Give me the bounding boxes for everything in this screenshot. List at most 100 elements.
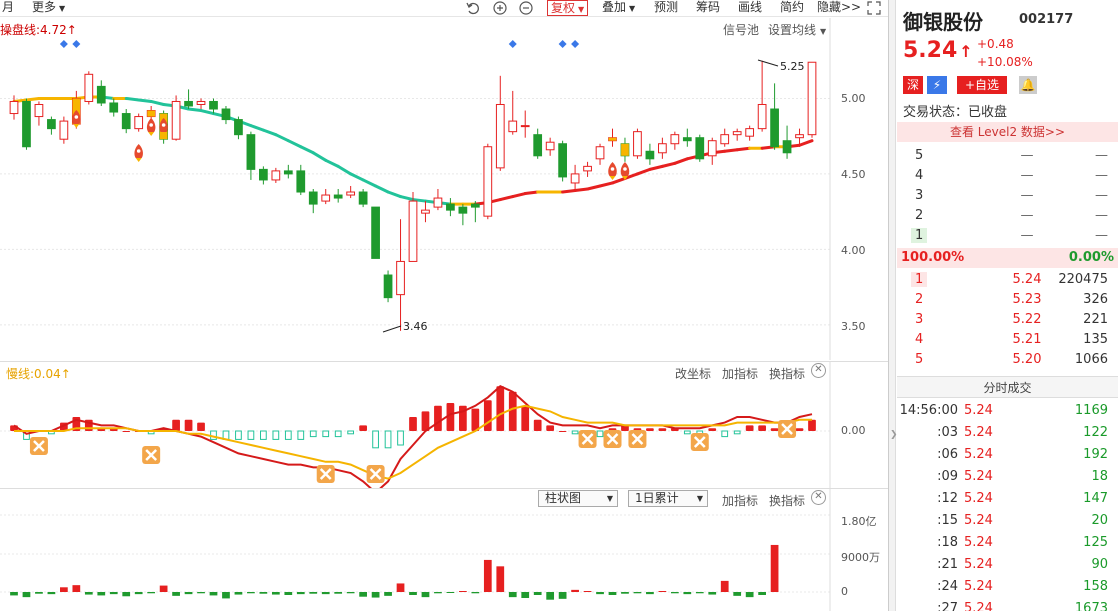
tick-row: :12 5.24 147 [897,488,1118,510]
volume-panel[interactable]: 柱状图 ▼ 1日累计 ▼ 加指标 换指标 ✕ 1.80亿 9000万 0 [0,488,888,611]
ratio-left: 100.00% [901,250,965,265]
ask-level: 3 [915,188,924,203]
candlestick-chart[interactable]: 操盘线:4.72↑ 信号池 设置均线 ▼ 5.25 3.46 5.00 4.50 … [0,18,888,360]
candle-body [533,134,543,157]
tick-row: :06 5.24 192 [897,444,1118,466]
volume-bar [284,592,293,595]
cross-signal-icon [603,430,622,448]
more-button[interactable]: 更多 ▼ [32,0,65,16]
macd-bar [297,430,305,440]
macd-bar [347,430,355,435]
bid-price: 5.22 [1012,312,1042,327]
candle [308,189,318,214]
volume-bar [309,592,318,594]
candle [234,116,243,140]
close-icon[interactable]: ✕ [811,490,826,505]
candle [296,164,306,196]
bell-icon[interactable]: 🔔 [1019,76,1037,94]
candle-body [682,137,692,142]
macd-bar [483,400,492,431]
ask-row: 3 — — [897,186,1118,206]
candle [745,125,755,141]
ask-row: 4 — — [897,166,1118,186]
lightning-icon[interactable]: ⚡ [927,76,947,94]
rocket-icon [146,118,156,136]
caopan-line-segment [386,190,403,199]
candle [408,192,418,262]
tick-price: 5.24 [964,403,993,418]
chevron-down-icon: ▼ [820,27,827,36]
fuquan-label: 复权 [551,1,576,15]
macd-panel[interactable]: 慢线:0.04↑ 改坐标 加指标 换指标 ✕ 0.00 [0,361,888,494]
period-month-button[interactable]: 月 [2,0,14,16]
candle [59,116,69,144]
candle-body [757,103,767,130]
candle [508,90,518,135]
sidebar-splitter[interactable] [888,0,896,611]
add-watchlist-button[interactable]: +自选 [957,76,1007,94]
bid-volume: 1066 [1074,352,1108,367]
fuquan-dropdown[interactable]: 复权 ▼ [547,0,589,16]
tick-volume: 158 [1083,579,1108,594]
caopan-line-segment [24,96,41,102]
tick-time: :12 [937,491,958,506]
cross-signal-icon [578,430,597,448]
y-tick-label: 3.50 [841,320,866,333]
jianyue-button[interactable]: 简约 [780,0,804,16]
ask-price: — [1020,168,1034,183]
candle [807,61,817,138]
candle-body [745,128,755,137]
hide-sidebar-button[interactable]: 隐藏>> [817,0,861,16]
candle-body [321,194,331,202]
switch-indicator-button[interactable]: 换指标 [769,365,805,382]
candle-body [184,100,193,107]
candle-body [583,165,592,172]
volume-bar [658,591,667,592]
candle-body [109,102,119,113]
chouma-button[interactable]: 筹码 [696,0,720,16]
huaxian-button[interactable]: 画线 [738,0,762,16]
zoom-out-icon[interactable] [518,0,534,16]
macd-label: 慢线:0.04↑ [6,367,71,381]
caopan-line-segment [187,107,203,113]
candle-body [196,100,206,105]
chart-type-dropdown[interactable]: 柱状图 ▼ [538,490,618,507]
add-indicator-button[interactable]: 加指标 [722,365,758,382]
candle [221,106,231,125]
volume-bar [471,592,480,594]
level2-link[interactable]: 查看 Level2 数据>> [897,122,1118,142]
candle-body [96,85,106,104]
switch-indicator-button[interactable]: 换指标 [769,492,805,509]
candle-body [333,194,343,199]
ask-row: 1 — — [897,226,1118,246]
macd-bar [795,428,804,431]
diejia-dropdown[interactable]: 叠加 ▼ [602,0,635,16]
fullscreen-icon[interactable] [866,0,882,16]
yuce-button[interactable]: 预测 [654,0,678,16]
indicator-label: 操盘线:4.72↑ [0,23,77,37]
volume-bar [483,559,492,592]
tick-volume: 125 [1083,535,1108,550]
change-coord-button[interactable]: 改坐标 [675,365,711,382]
volume-bar [22,592,31,598]
candle [109,98,119,117]
set-ma-button[interactable]: 设置均线 ▼ [768,21,826,38]
candle [34,101,44,126]
signal-pool-button[interactable]: 信号池 [723,21,759,38]
undo-icon[interactable] [465,0,481,16]
candle-body [807,61,817,136]
candle [757,60,767,132]
add-indicator-button[interactable]: 加指标 [722,492,758,509]
signal-diamond-icon [558,40,567,48]
candle-body [371,206,380,259]
macd-bar [197,422,205,431]
rocket-icon [608,162,617,180]
candle [184,89,193,110]
price-change: +0.48 [977,37,1014,51]
candle [770,83,779,150]
close-icon[interactable]: ✕ [811,363,826,378]
ticks-title: 分时成交 [897,376,1118,398]
accum-dropdown[interactable]: 1日累计 ▼ [628,490,708,507]
bid-level: 5 [915,352,924,367]
zoom-in-icon[interactable] [492,0,508,16]
